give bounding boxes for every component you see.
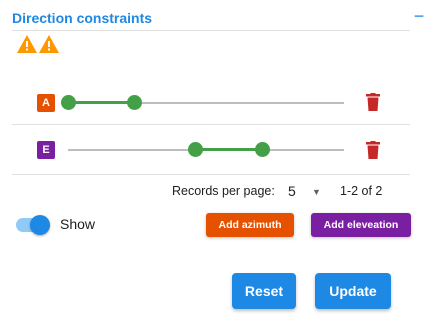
update-button[interactable]: Update (315, 273, 391, 309)
add-azimuth-button[interactable]: Add azimuth (206, 213, 294, 237)
trash-icon[interactable] (366, 141, 380, 159)
header-divider (12, 30, 410, 31)
add-elevation-button[interactable]: Add eleveation (311, 213, 411, 237)
elevation-badge: E (37, 141, 55, 159)
records-per-page-select[interactable]: 5 (288, 183, 296, 199)
chevron-down-icon[interactable]: ▼ (312, 187, 321, 197)
azimuth-slider-max-handle[interactable] (127, 95, 142, 110)
elevation-slider-max-handle[interactable] (255, 142, 270, 157)
warning-icon (39, 35, 59, 53)
row-divider (12, 124, 410, 125)
pagination-range: 1-2 of 2 (340, 184, 383, 198)
collapse-button[interactable]: − (407, 5, 431, 27)
row-divider (12, 174, 410, 175)
elevation-slider-range (195, 148, 262, 151)
azimuth-slider-range (68, 101, 134, 104)
show-toggle-label: Show (60, 216, 96, 232)
trash-icon[interactable] (366, 93, 380, 111)
reset-button[interactable]: Reset (232, 273, 296, 309)
azimuth-badge: A (37, 94, 55, 112)
warning-icon (17, 35, 37, 53)
show-toggle[interactable] (30, 215, 50, 235)
azimuth-slider-min-handle[interactable] (61, 95, 76, 110)
panel-title: Direction constraints (12, 10, 153, 26)
records-per-page-label: Records per page: (172, 184, 275, 198)
elevation-slider-min-handle[interactable] (188, 142, 203, 157)
